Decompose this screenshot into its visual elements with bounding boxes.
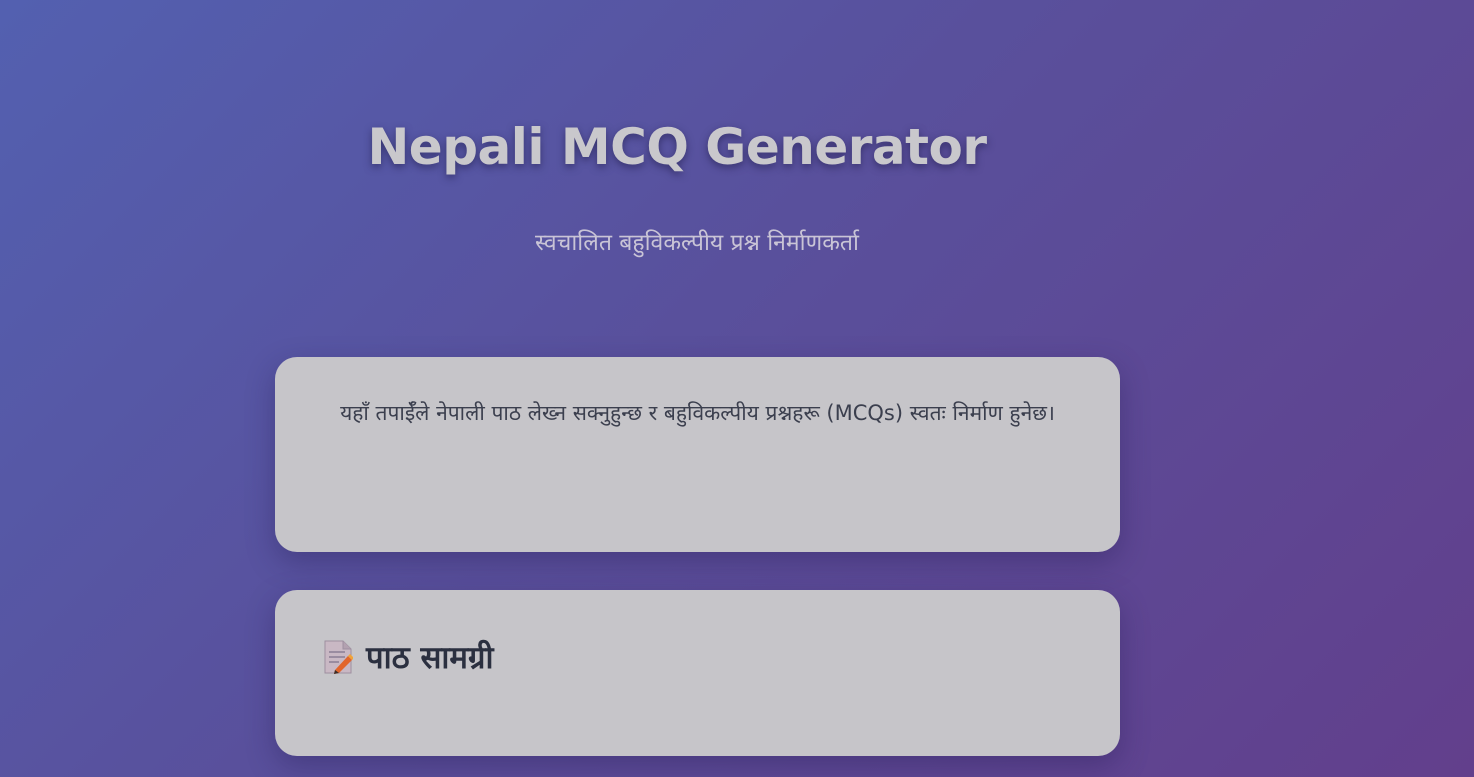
section-heading: पाठ सामग्री	[323, 636, 1072, 678]
section-title: पाठ सामग्री	[366, 640, 494, 676]
intro-card: यहाँ तपाईँले नेपाली पाठ लेख्न सक्नुहुन्छ…	[275, 357, 1120, 552]
text-content-card: पाठ सामग्री	[275, 590, 1120, 756]
page-subtitle: स्वचालित बहुविकल्पीय प्रश्न निर्माणकर्ता	[534, 230, 859, 256]
intro-text: यहाँ तपाईँले नेपाली पाठ लेख्न सक्नुहुन्छ…	[340, 401, 1055, 425]
page-title: Nepali MCQ Generator	[367, 118, 987, 176]
memo-icon	[323, 640, 354, 674]
